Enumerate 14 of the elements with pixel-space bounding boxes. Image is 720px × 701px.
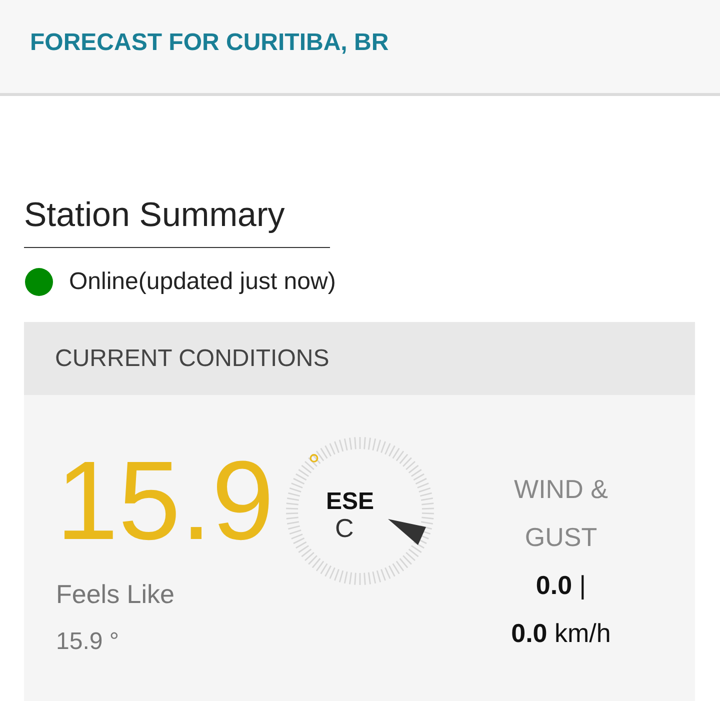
status-text: Online(updated just now) [69,268,336,296]
feels-like-label: Feels Like [56,579,176,610]
section-heading: Station Summary [24,196,330,248]
feels-like-value: 15.9 ° [56,628,120,656]
wind-speed: 0.0 | [534,569,588,602]
temperature-unit: C [335,515,354,541]
wind-label: WIND & [513,473,609,506]
card-title: CURRENT CONDITIONS [55,344,330,372]
wind-label: GUST [524,521,598,554]
gust-speed: 0.0 km/h [510,617,612,650]
page-title: FORECAST FOR CURITIBA, BR [30,28,389,56]
degree-symbol: ° [308,451,320,481]
direction-pointer-icon [388,517,428,547]
temperature-value: 15.9 [56,445,275,557]
